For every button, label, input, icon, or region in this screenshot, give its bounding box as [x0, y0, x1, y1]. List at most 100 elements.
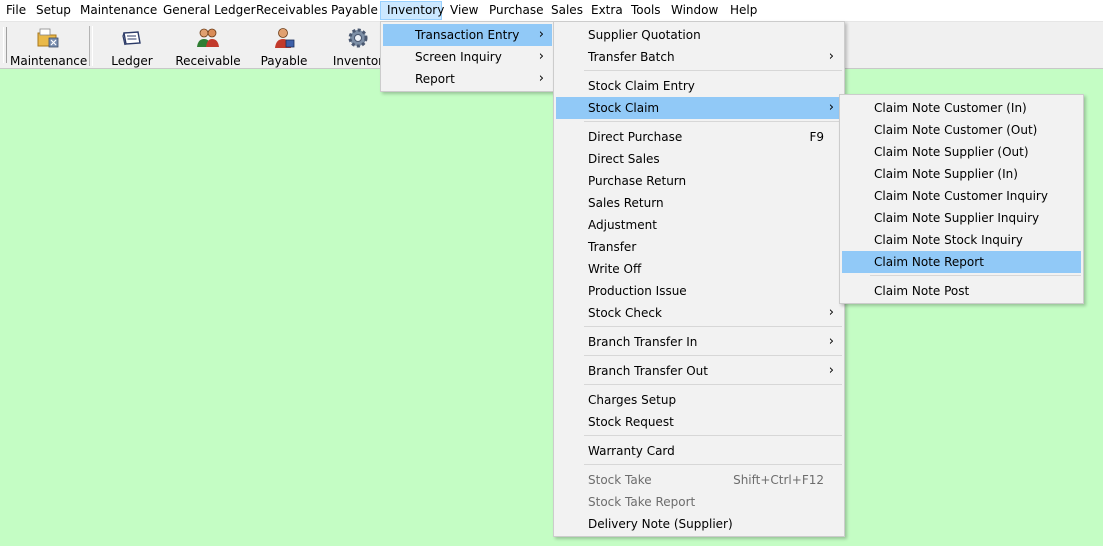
menu-purchase[interactable]: Purchase	[483, 1, 550, 20]
menu-sales[interactable]: Sales	[545, 1, 589, 20]
menu-item-delivery-note-supplier[interactable]: Delivery Note (Supplier)	[556, 513, 842, 535]
menu-payable[interactable]: Payable	[325, 1, 384, 20]
menu-item-label: Report	[415, 72, 455, 86]
menu-item-screen-inquiry[interactable]: Screen Inquiry ›	[383, 46, 552, 68]
menu-item-label: Sales Return	[588, 196, 664, 210]
menu-item-adjustment[interactable]: Adjustment	[556, 214, 842, 236]
menu-item-claim-note-post[interactable]: Claim Note Post	[842, 280, 1081, 302]
menu-item-stock-take: Stock Take Shift+Ctrl+F12	[556, 469, 842, 491]
chevron-right-icon: ›	[828, 305, 834, 320]
menu-item-label: Claim Note Supplier (In)	[874, 167, 1018, 181]
menu-item-report[interactable]: Report ›	[383, 68, 552, 90]
toolbar-maintenance-label: Maintenance	[10, 54, 88, 68]
chevron-right-icon: ›	[828, 49, 834, 64]
menu-item-label: Adjustment	[588, 218, 657, 232]
toolbar-inventory-label: Inventor	[332, 54, 384, 68]
menu-separator	[584, 70, 842, 71]
menu-item-write-off[interactable]: Write Off	[556, 258, 842, 280]
menu-item-claim-note-supplier-inquiry[interactable]: Claim Note Supplier Inquiry	[842, 207, 1081, 229]
menu-item-supplier-quotation[interactable]: Supplier Quotation	[556, 24, 842, 46]
menu-item-warranty-card[interactable]: Warranty Card	[556, 440, 842, 462]
shortcut-label: Shift+Ctrl+F12	[733, 473, 824, 487]
menu-general-ledger[interactable]: General Ledger	[157, 1, 262, 20]
menu-item-stock-take-report: Stock Take Report	[556, 491, 842, 513]
menu-separator	[584, 435, 842, 436]
menu-item-transfer-batch[interactable]: Transfer Batch ›	[556, 46, 842, 68]
toolbar-grip[interactable]	[3, 27, 7, 63]
menu-item-label: Stock Check	[588, 306, 662, 320]
menu-separator	[584, 464, 842, 465]
menu-item-label: Branch Transfer Out	[588, 364, 708, 378]
toolbar-receivable-label: Receivable	[175, 54, 241, 68]
toolbar-receivable-button[interactable]: Receivable	[172, 24, 244, 68]
menu-item-charges-setup[interactable]: Charges Setup	[556, 389, 842, 411]
menu-item-label: Delivery Note (Supplier)	[588, 517, 733, 531]
toolbar-inventory-button[interactable]: Inventor	[328, 24, 388, 68]
menu-item-production-issue[interactable]: Production Issue	[556, 280, 842, 302]
menu-item-branch-transfer-in[interactable]: Branch Transfer In ›	[556, 331, 842, 353]
menu-item-stock-claim-entry[interactable]: Stock Claim Entry	[556, 75, 842, 97]
menu-file[interactable]: File	[0, 1, 32, 20]
menu-item-stock-request[interactable]: Stock Request	[556, 411, 842, 433]
menu-item-label: Production Issue	[588, 284, 687, 298]
menu-item-claim-note-stock-inquiry[interactable]: Claim Note Stock Inquiry	[842, 229, 1081, 251]
menu-item-label: Purchase Return	[588, 174, 687, 188]
menu-item-sales-return[interactable]: Sales Return	[556, 192, 842, 214]
people-icon	[197, 28, 219, 47]
menu-separator	[584, 355, 842, 356]
toolbar-payable-button[interactable]: Payable	[254, 24, 314, 68]
menu-maintenance[interactable]: Maintenance	[74, 1, 163, 20]
menu-item-branch-transfer-out[interactable]: Branch Transfer Out ›	[556, 360, 842, 382]
shortcut-label: F9	[809, 130, 824, 144]
menu-view[interactable]: View	[444, 1, 484, 20]
menu-item-stock-check[interactable]: Stock Check ›	[556, 302, 842, 324]
menu-setup[interactable]: Setup	[30, 1, 77, 20]
menu-item-stock-claim[interactable]: Stock Claim ›	[556, 97, 842, 119]
menu-separator	[584, 326, 842, 327]
menu-separator	[870, 275, 1081, 276]
menu-item-label: Claim Note Stock Inquiry	[874, 233, 1023, 247]
toolbar-ledger-button[interactable]: Ledger	[102, 24, 162, 68]
menu-item-direct-sales[interactable]: Direct Sales	[556, 148, 842, 170]
menu-item-label: Stock Request	[588, 415, 674, 429]
chevron-right-icon: ›	[828, 100, 834, 115]
menu-item-label: Claim Note Customer (In)	[874, 101, 1027, 115]
toolbar-maintenance-button[interactable]: Maintenance	[10, 24, 88, 68]
menu-item-claim-note-customer-in[interactable]: Claim Note Customer (In)	[842, 97, 1081, 119]
folder-tools-icon	[37, 28, 59, 48]
person-payable-icon	[275, 28, 295, 48]
menu-item-claim-note-report[interactable]: Claim Note Report	[842, 251, 1081, 273]
menu-item-transfer[interactable]: Transfer	[556, 236, 842, 258]
menu-item-label: Stock Claim	[588, 101, 660, 115]
menu-separator	[584, 384, 842, 385]
chevron-right-icon: ›	[538, 71, 544, 86]
toolbar-ledger-label: Ledger	[111, 54, 153, 68]
menu-receivables[interactable]: Receivables	[250, 1, 334, 20]
menu-item-transaction-entry[interactable]: Transaction Entry ›	[383, 24, 552, 46]
menu-tools[interactable]: Tools	[625, 1, 667, 20]
menu-item-label: Branch Transfer In	[588, 335, 698, 349]
menu-item-label: Claim Note Customer (Out)	[874, 123, 1038, 137]
chevron-right-icon: ›	[828, 363, 834, 378]
menu-separator	[584, 121, 842, 122]
menu-item-label: Stock Take Report	[588, 495, 696, 509]
menu-item-claim-note-customer-inquiry[interactable]: Claim Note Customer Inquiry	[842, 185, 1081, 207]
chevron-right-icon: ›	[538, 27, 544, 42]
menu-item-label: Claim Note Supplier Inquiry	[874, 211, 1040, 225]
menu-item-claim-note-customer-out[interactable]: Claim Note Customer (Out)	[842, 119, 1081, 141]
menu-item-claim-note-supplier-out[interactable]: Claim Note Supplier (Out)	[842, 141, 1081, 163]
menu-item-label: Supplier Quotation	[588, 28, 701, 42]
menu-extra[interactable]: Extra	[585, 1, 629, 20]
menu-inventory[interactable]: Inventory	[380, 1, 444, 20]
menu-item-claim-note-supplier-in[interactable]: Claim Note Supplier (In)	[842, 163, 1081, 185]
menu-help[interactable]: Help	[724, 1, 763, 20]
menu-item-label: Transaction Entry	[415, 28, 520, 42]
menu-window[interactable]: Window	[665, 1, 724, 20]
menu-item-label: Claim Note Customer Inquiry	[874, 189, 1048, 203]
menu-item-purchase-return[interactable]: Purchase Return	[556, 170, 842, 192]
menu-item-direct-purchase[interactable]: Direct Purchase F9	[556, 126, 842, 148]
chevron-right-icon: ›	[538, 49, 544, 64]
menu-item-label: Warranty Card	[588, 444, 675, 458]
menu-item-label: Stock Take	[588, 473, 652, 487]
menu-item-label: Claim Note Post	[874, 284, 970, 298]
